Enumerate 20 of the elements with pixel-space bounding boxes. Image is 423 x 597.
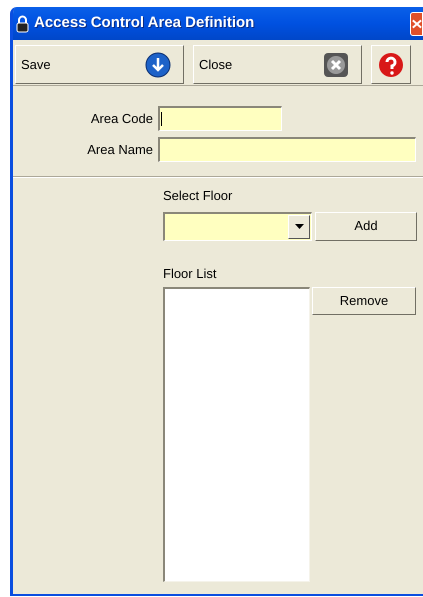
field-label: Area Name [86,140,154,159]
close-button[interactable]: Close [193,45,362,84]
close-icon [411,18,422,30]
add-button[interactable]: Add [315,212,417,240]
floor-dropdown[interactable] [163,212,312,240]
field-label: Floor List [163,264,218,282]
area-code-field[interactable] [158,106,282,131]
help-icon [378,52,404,78]
area-name-field[interactable] [158,137,416,162]
padlock-icon [16,14,29,32]
save-button[interactable]: Save [15,45,184,84]
close-button[interactable] [410,12,423,36]
floor-list-box[interactable] [163,287,310,582]
remove-button[interactable]: Remove [312,287,416,315]
help-button[interactable] [371,45,411,84]
dropdown-arrow-icon [294,224,304,229]
field-label: Select Floor [163,187,234,205]
close-icon [323,52,349,78]
field-label: Area Code [90,110,154,128]
window-title: Access Control Area Definition [34,13,254,34]
